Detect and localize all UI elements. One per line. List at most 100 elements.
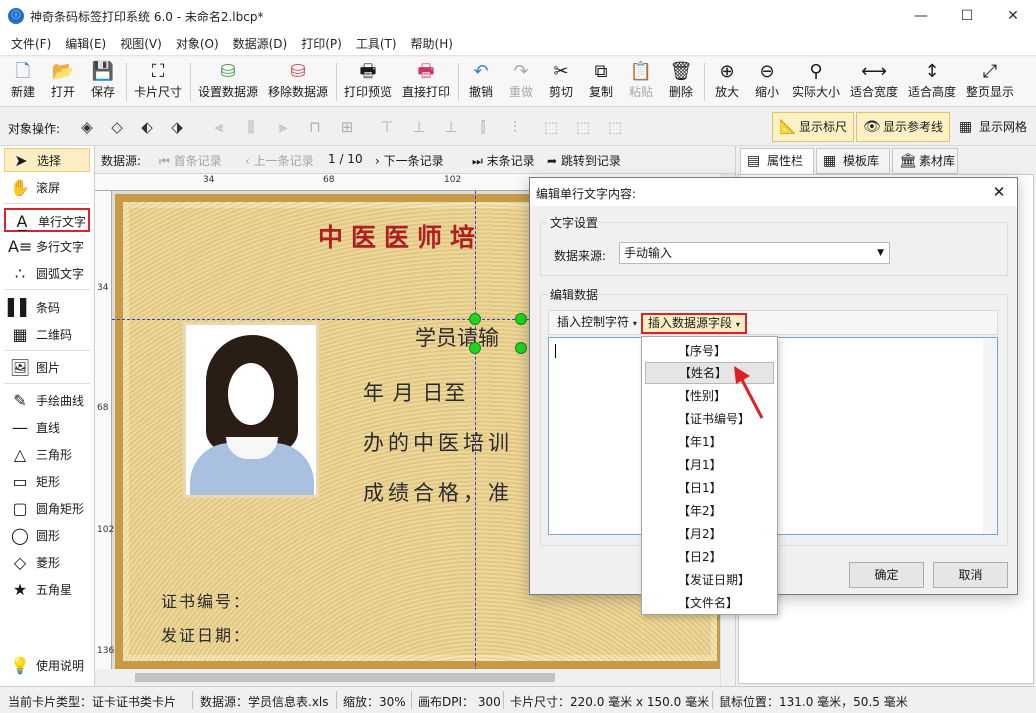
first-record-button[interactable]: ⏮ 首条记录 xyxy=(159,152,222,169)
tab-properties[interactable]: ▤ 属性栏 xyxy=(740,148,814,174)
align-right-icon[interactable]: ⫸ xyxy=(272,117,294,137)
field-item[interactable]: 【序号】 xyxy=(645,340,774,362)
tool-rectangle[interactable]: ▭ 矩形 xyxy=(4,470,90,494)
cert-number-label[interactable]: 证书编号： xyxy=(161,588,251,612)
zoom-in-button[interactable]: ⊕ 放大 xyxy=(710,60,744,104)
menu-object[interactable]: 对象(O) xyxy=(169,32,226,56)
undo-button[interactable]: ↶ 撤销 xyxy=(464,60,498,104)
field-item[interactable]: 【发证日期】 xyxy=(645,569,774,591)
tab-assets[interactable]: 🏛 素材库 xyxy=(892,148,958,174)
date-range-text[interactable]: 年 月 日至 xyxy=(363,377,466,407)
cancel-button[interactable]: 取消 xyxy=(933,562,1008,588)
fit-height-button[interactable]: ↕ 适合高度 xyxy=(906,60,958,104)
set-datasource-button[interactable]: ⛁ 设置数据源 xyxy=(196,60,260,104)
field-item[interactable]: 【文件名】 xyxy=(645,592,774,614)
align-bottom-icon[interactable]: ⊥ xyxy=(440,117,462,137)
field-item[interactable]: 【日1】 xyxy=(645,477,774,499)
ungroup-icon[interactable]: ⬚ xyxy=(572,117,594,137)
menu-file[interactable]: 文件(F) xyxy=(4,32,58,56)
field-item[interactable]: 【年2】 xyxy=(645,500,774,522)
save-button[interactable]: 💾 保存 xyxy=(86,60,120,104)
field-item[interactable]: 【日2】 xyxy=(645,546,774,568)
close-button[interactable]: ✕ xyxy=(990,0,1036,32)
tab-templates[interactable]: ▦ 模板库 xyxy=(816,148,890,174)
open-button[interactable]: 📂 打开 xyxy=(46,60,80,104)
tool-arc-text[interactable]: ∴ 圆弧文字 xyxy=(4,262,90,286)
menu-datasource[interactable]: 数据源(D) xyxy=(226,32,295,56)
datasource-select[interactable]: 手动输入 ▼ xyxy=(619,242,890,264)
align-left-icon[interactable]: ⫷ xyxy=(208,117,230,137)
issue-date-label[interactable]: 发证日期： xyxy=(161,622,251,646)
tool-qrcode[interactable]: ▦ 二维码 xyxy=(4,323,90,347)
tool-scroll[interactable]: ✋ 滚屏 xyxy=(4,176,90,200)
distribute-h-icon[interactable]: ⊓ xyxy=(304,117,326,137)
tool-image[interactable]: 🖼 图片 xyxy=(4,356,90,380)
fit-width-button[interactable]: ⟷ 适合宽度 xyxy=(848,60,900,104)
layer-up-icon[interactable]: ⬖ xyxy=(136,117,158,137)
tool-triangle[interactable]: △ 三角形 xyxy=(4,443,90,467)
align-middle-icon[interactable]: ⊥ xyxy=(408,117,430,137)
send-back-icon[interactable]: ◇ xyxy=(106,117,128,137)
paste-button[interactable]: 📋 粘贴 xyxy=(624,60,658,104)
bring-front-icon[interactable]: ◈ xyxy=(76,117,98,137)
show-grid-toggle[interactable]: ▦ 显示网格 xyxy=(952,112,1034,142)
ok-button[interactable]: 确定 xyxy=(849,562,924,588)
menu-print[interactable]: 打印(P) xyxy=(294,32,349,56)
insert-control-char-button[interactable]: 插入控制字符 ▾ xyxy=(552,313,642,334)
horizontal-scrollbar[interactable] xyxy=(95,669,735,686)
student-name-text[interactable]: 学员请输 xyxy=(415,322,499,352)
next-record-button[interactable]: › 下一条记录 xyxy=(375,152,444,169)
distribute-icon[interactable]: ⊞ xyxy=(336,117,358,137)
tool-multi-line-text[interactable]: A≡ 多行文字 xyxy=(4,235,90,259)
fit-page-button[interactable]: ⤢ 整页显示 xyxy=(964,60,1016,104)
edit-area-scrollbar[interactable] xyxy=(983,339,997,534)
body-text-line2[interactable]: 办的中医培训 xyxy=(363,427,513,457)
body-text-line3[interactable]: 成绩合格，准 xyxy=(363,477,513,507)
tool-select[interactable]: ➤ 选择 xyxy=(4,148,90,172)
show-guides-toggle[interactable]: 👁 显示参考线 xyxy=(856,112,951,142)
help-button[interactable]: 💡 使用说明 xyxy=(4,654,90,678)
same-width-icon[interactable]: ⫿ xyxy=(472,117,494,137)
resize-handle[interactable] xyxy=(469,313,481,325)
lock-icon[interactable]: ⬚ xyxy=(604,117,626,137)
prev-record-button[interactable]: ‹ 上一条记录 xyxy=(245,152,314,169)
same-height-icon[interactable]: ⫶ xyxy=(504,117,526,137)
menu-help[interactable]: 帮助(H) xyxy=(404,32,460,56)
zoom-out-button[interactable]: ⊖ 缩小 xyxy=(750,60,784,104)
field-item[interactable]: 【月2】 xyxy=(645,523,774,545)
align-top-icon[interactable]: ⊤ xyxy=(376,117,398,137)
delete-button[interactable]: 🗑 删除 xyxy=(664,60,698,104)
cut-button[interactable]: ✂ 剪切 xyxy=(544,60,578,104)
tool-line[interactable]: — 直线 xyxy=(4,416,90,440)
certificate-title[interactable]: 中医医师培 xyxy=(318,218,483,254)
menu-view[interactable]: 视图(V) xyxy=(113,32,169,56)
scrollbar-thumb[interactable] xyxy=(135,673,555,682)
card-size-button[interactable]: ⛶ 卡片尺寸 xyxy=(132,60,184,104)
field-item[interactable]: 【年1】 xyxy=(645,431,774,453)
copy-button[interactable]: ⧉ 复制 xyxy=(584,60,618,104)
maximize-button[interactable]: ☐ xyxy=(944,0,990,32)
resize-handle[interactable] xyxy=(469,342,481,354)
align-center-icon[interactable]: ⫼ xyxy=(240,117,262,137)
tool-freehand[interactable]: ✎ 手绘曲线 xyxy=(4,389,90,413)
last-record-button[interactable]: ⏭ 末条记录 xyxy=(472,152,535,169)
dialog-close-icon[interactable]: ✕ xyxy=(986,180,1012,204)
field-item[interactable]: 【月1】 xyxy=(645,454,774,476)
resize-handle[interactable] xyxy=(515,342,527,354)
actual-size-button[interactable]: ⚲ 实际大小 xyxy=(790,60,842,104)
remove-datasource-button[interactable]: ⛁ 移除数据源 xyxy=(266,60,330,104)
student-photo[interactable] xyxy=(183,322,319,498)
jump-record-button[interactable]: ➦ 跳转到记录 xyxy=(547,152,621,169)
insert-field-button[interactable]: 插入数据源字段 ▾ xyxy=(641,313,747,334)
tool-diamond[interactable]: ◇ 菱形 xyxy=(4,551,90,575)
new-button[interactable]: 🗋 新建 xyxy=(6,60,40,104)
layer-down-icon[interactable]: ⬗ xyxy=(166,117,188,137)
print-preview-button[interactable]: 🖶 打印预览 xyxy=(342,60,394,104)
tool-star[interactable]: ★ 五角星 xyxy=(4,578,90,602)
show-ruler-toggle[interactable]: 📐 显示标尺 xyxy=(772,112,855,142)
tool-circle[interactable]: ◯ 圆形 xyxy=(4,524,90,548)
tool-rounded-rectangle[interactable]: ▢ 圆角矩形 xyxy=(4,497,90,521)
tool-barcode[interactable]: ▌▌ 条码 xyxy=(4,296,90,320)
tool-single-line-text[interactable]: A̲ 单行文字 xyxy=(4,208,90,232)
guide-line-vertical[interactable] xyxy=(475,191,476,686)
